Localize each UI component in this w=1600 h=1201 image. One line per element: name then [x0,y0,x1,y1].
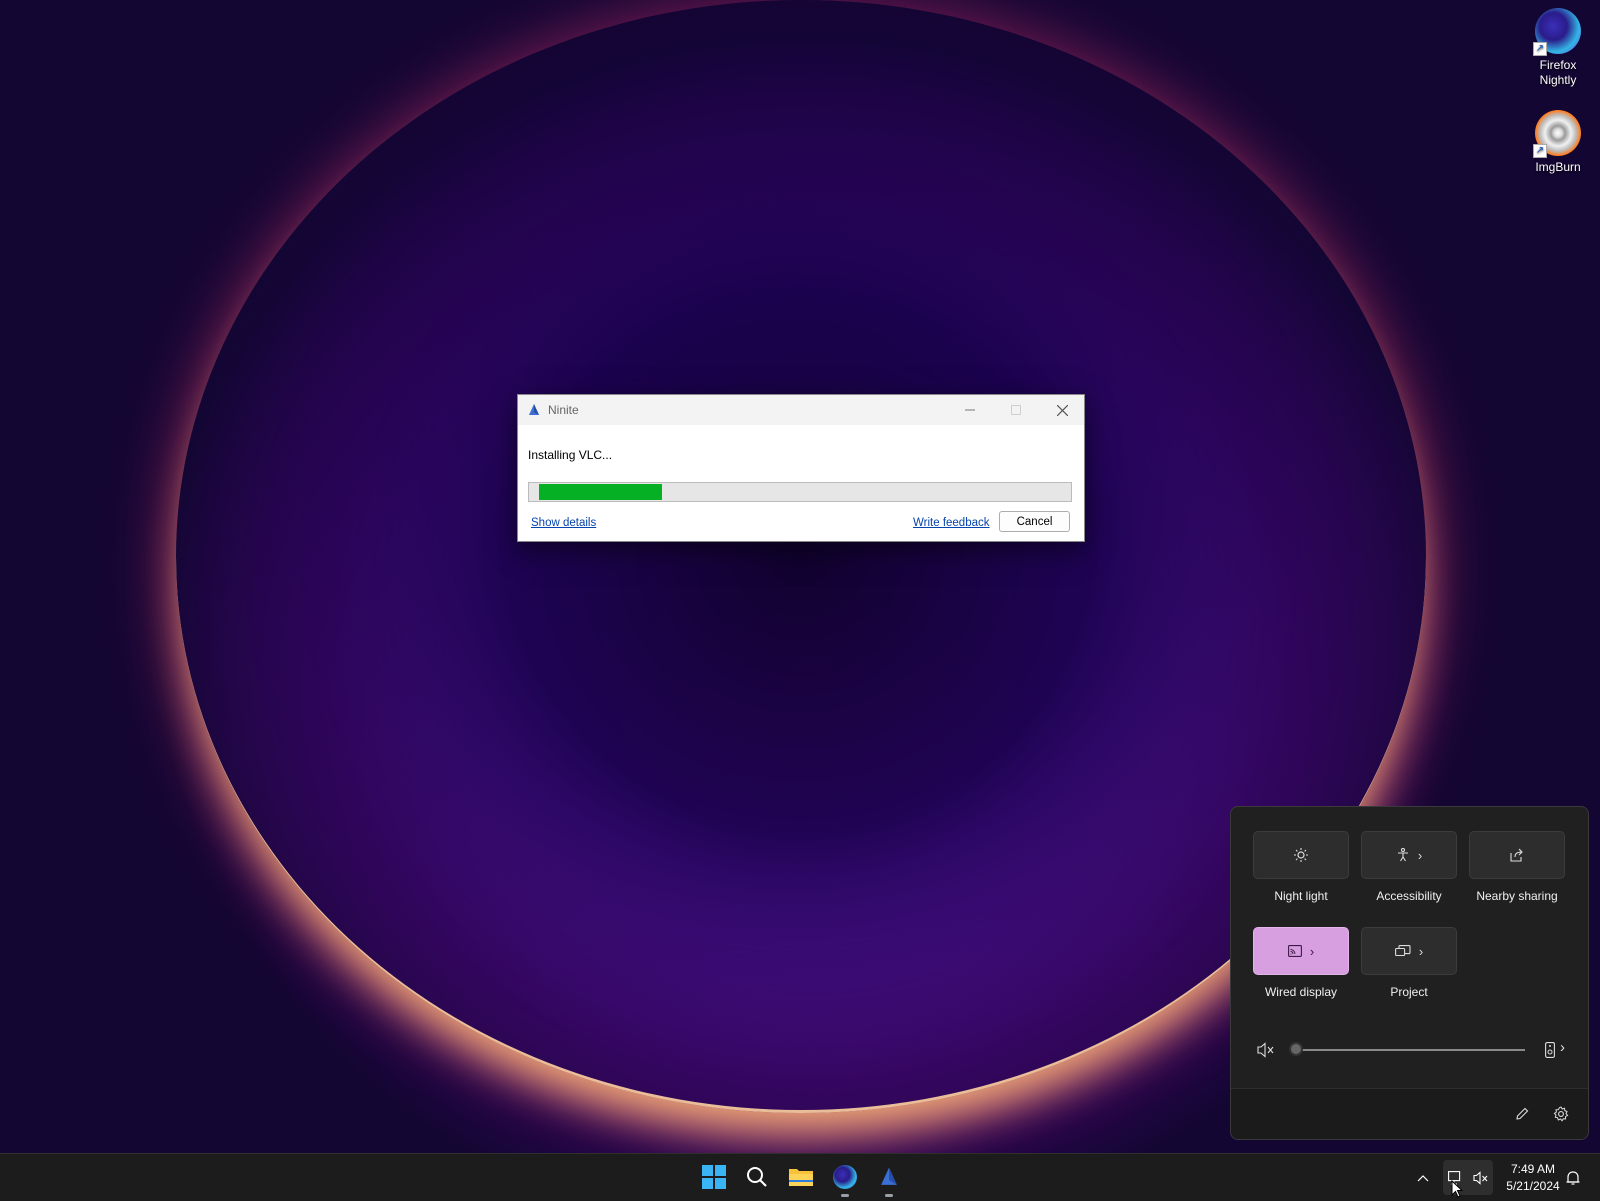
firefox-nightly-icon: ↗ [1533,8,1581,56]
notifications-button[interactable] [1565,1154,1581,1201]
search-button[interactable] [742,1162,772,1192]
volume-slider-thumb[interactable] [1289,1042,1303,1056]
firefox-nightly-taskbar-button[interactable] [830,1162,860,1197]
ninite-taskbar-button[interactable] [874,1162,904,1197]
tile-label-wired-display: Wired display [1264,985,1338,999]
cast-icon [1287,945,1302,957]
chevron-up-icon [1417,1174,1429,1181]
desktop-icon-firefox-nightly[interactable]: ↗ Firefox Nightly [1523,8,1593,88]
maximize-icon [1011,405,1021,415]
chevron-right-icon[interactable]: › [1560,1039,1565,1056]
maximize-button[interactable] [994,395,1038,425]
brightness-icon [1294,848,1308,862]
start-icon [702,1165,726,1189]
accessibility-icon [1397,848,1408,862]
file-explorer-button[interactable] [786,1162,816,1192]
project-tile[interactable]: › [1361,927,1457,975]
tile-label-night-light: Night light [1274,889,1328,903]
progress-fill [539,484,662,500]
tile-label-project: Project [1390,985,1428,999]
close-button[interactable] [1040,395,1084,425]
running-indicator [885,1194,893,1197]
firefox-nightly-icon [833,1165,857,1189]
install-status: Installing VLC... [528,448,613,462]
show-details-link[interactable]: Show details [531,517,596,529]
share-icon [1510,848,1523,862]
accessibility-tile[interactable]: › [1361,831,1457,879]
install-progress-bar [528,482,1072,502]
project-icon [1394,945,1411,957]
nearby-sharing-tile[interactable] [1469,831,1565,879]
tile-label-accessibility: Accessibility [1376,889,1442,903]
write-feedback-link[interactable]: Write feedback [913,517,990,529]
chevron-right-icon: › [1418,943,1424,959]
ninite-dialog: Ninite Installing VLC... Show details Wr… [517,394,1085,542]
night-light-tile[interactable] [1253,831,1349,879]
mouse-cursor-icon [1451,1180,1463,1198]
minimize-icon [965,409,975,411]
clock-time: 7:49 AM [1510,1162,1556,1176]
imgburn-icon: ↗ [1533,110,1581,158]
ninite-icon [529,404,539,415]
search-icon [747,1167,767,1187]
cancel-button[interactable]: Cancel [999,511,1070,532]
close-icon [1056,404,1068,416]
chevron-right-icon: › [1309,943,1315,959]
dialog-title: Ninite [548,403,579,417]
edit-pencil-icon[interactable] [1515,1107,1529,1121]
show-hidden-icons-button[interactable] [1417,1154,1429,1201]
clock-date: 5/21/2024 [1506,1179,1560,1193]
dialog-titlebar[interactable]: Ninite [518,395,1084,425]
settings-gear-icon[interactable] [1553,1106,1569,1122]
speaker-device-icon[interactable] [1545,1042,1555,1058]
chevron-right-icon: › [1417,847,1423,863]
minimize-button[interactable] [948,395,992,425]
quick-settings-panel: Night light › Accessibility Nearby shari… [1230,806,1589,1140]
wired-display-tile[interactable]: › [1253,927,1349,975]
desktop-icon-label: Firefox Nightly [1539,58,1577,87]
taskbar: 7:49 AM 5/21/2024 [0,1153,1600,1201]
volume-muted-icon[interactable] [1257,1042,1275,1058]
tile-label-nearby-sharing: Nearby sharing [1476,889,1558,903]
volume-slider-track[interactable] [1295,1049,1525,1051]
quick-settings-footer [1231,1088,1588,1139]
volume-muted-icon [1472,1170,1487,1185]
running-indicator [841,1194,849,1197]
ninite-icon [881,1167,897,1185]
taskbar-clock[interactable]: 7:49 AM 5/21/2024 [1497,1161,1569,1195]
shortcut-arrow-icon: ↗ [1533,144,1547,158]
start-button[interactable] [699,1162,729,1192]
desktop-icon-imgburn[interactable]: ↗ ImgBurn [1523,110,1593,175]
file-explorer-icon [789,1169,813,1186]
notification-bell-icon [1566,1170,1580,1185]
shortcut-arrow-icon: ↗ [1533,42,1547,56]
desktop-icon-label: ImgBurn [1535,160,1581,174]
